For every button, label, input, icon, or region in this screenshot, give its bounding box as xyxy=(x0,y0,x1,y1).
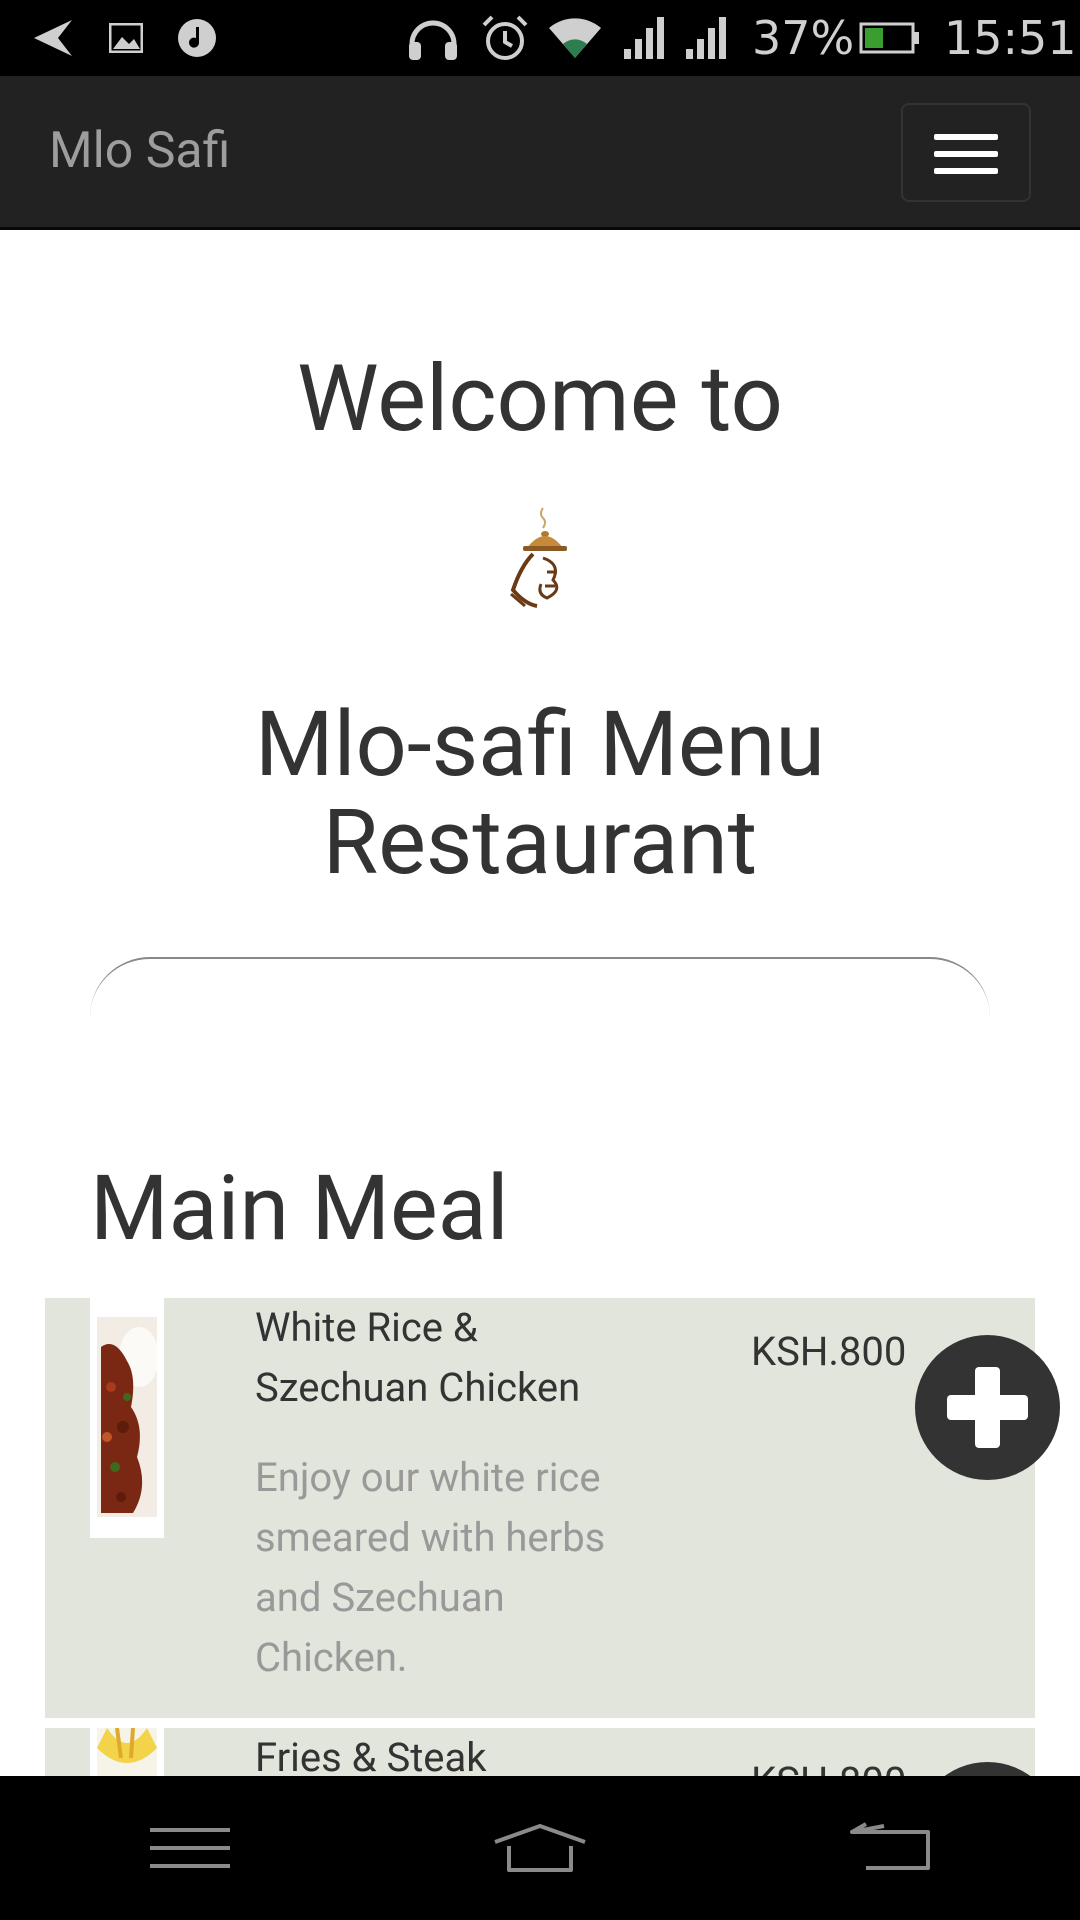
menu-item-thumbnail[interactable] xyxy=(90,1728,164,1776)
menu-item-name-line: Szechuan Chicken xyxy=(255,1364,581,1411)
home-button[interactable] xyxy=(440,1776,640,1920)
music-icon xyxy=(174,0,220,76)
back-arrow-icon xyxy=(24,0,80,76)
description-line: and Szechuan xyxy=(255,1574,505,1621)
system-navigation-bar xyxy=(0,1776,1080,1920)
menu-item-description: Enjoy our white rice smeared with herbs … xyxy=(255,1448,655,1688)
description-line: Chicken. xyxy=(255,1634,408,1681)
navbar: Mlo Safi xyxy=(0,76,1080,230)
menu-item-name[interactable]: White Rice & Szechuan Chicken xyxy=(255,1298,675,1418)
food-image-icon xyxy=(97,1317,157,1517)
back-button[interactable] xyxy=(790,1776,990,1920)
menu-item-price: KSH.800 xyxy=(751,1758,906,1776)
food-image-icon xyxy=(97,1728,157,1776)
restaurant-title: Mlo-safi Menu Restaurant xyxy=(0,696,1080,892)
brand-link[interactable]: Mlo Safi xyxy=(49,76,230,226)
menu-item-price: KSH.800 xyxy=(751,1328,907,1375)
battery-icon xyxy=(858,0,922,76)
menu-item-name[interactable]: Fries & Steak xyxy=(255,1728,675,1776)
menu-icon xyxy=(150,1828,230,1868)
hamburger-icon-bar xyxy=(934,151,998,157)
hamburger-icon-bar xyxy=(934,134,998,140)
restaurant-logo-icon xyxy=(510,507,567,608)
signal-icon xyxy=(620,0,672,76)
back-icon xyxy=(850,1822,930,1870)
home-icon xyxy=(494,1823,586,1872)
plus-icon xyxy=(975,1367,1000,1448)
signal-icon xyxy=(682,0,734,76)
restaurant-title-line1: Mlo-safi Menu xyxy=(255,692,825,797)
welcome-heading: Welcome to xyxy=(297,346,783,453)
section-title: Main Meal xyxy=(90,1156,509,1261)
menu-item: White Rice & Szechuan Chicken Enjoy our … xyxy=(45,1298,1035,1718)
menu-item-thumbnail[interactable] xyxy=(90,1298,164,1538)
image-icon xyxy=(104,0,148,76)
menu-item-name-line: White Rice & xyxy=(255,1304,478,1351)
alarm-icon xyxy=(478,0,532,76)
restaurant-title-line2: Restaurant xyxy=(322,790,758,895)
headphones-icon xyxy=(404,0,462,76)
battery-percent: 37% xyxy=(752,11,855,65)
hamburger-icon-bar xyxy=(934,168,998,174)
menu-button[interactable] xyxy=(90,1776,290,1920)
menu-item: Fries & Steak KSH.800 xyxy=(45,1728,1035,1776)
description-line: smeared with herbs xyxy=(255,1514,606,1561)
add-to-cart-button[interactable] xyxy=(915,1335,1060,1480)
nav-toggle-button[interactable] xyxy=(901,103,1031,202)
decorative-divider xyxy=(90,957,990,1017)
clock: 15:51 xyxy=(944,11,1077,65)
status-bar: 37% 15:51 xyxy=(0,0,1080,76)
webview: Mlo Safi Welcome to Mlo-safi Menu Restau… xyxy=(0,76,1080,1776)
description-line: Enjoy our white rice xyxy=(255,1454,601,1501)
wifi-icon xyxy=(546,0,604,76)
